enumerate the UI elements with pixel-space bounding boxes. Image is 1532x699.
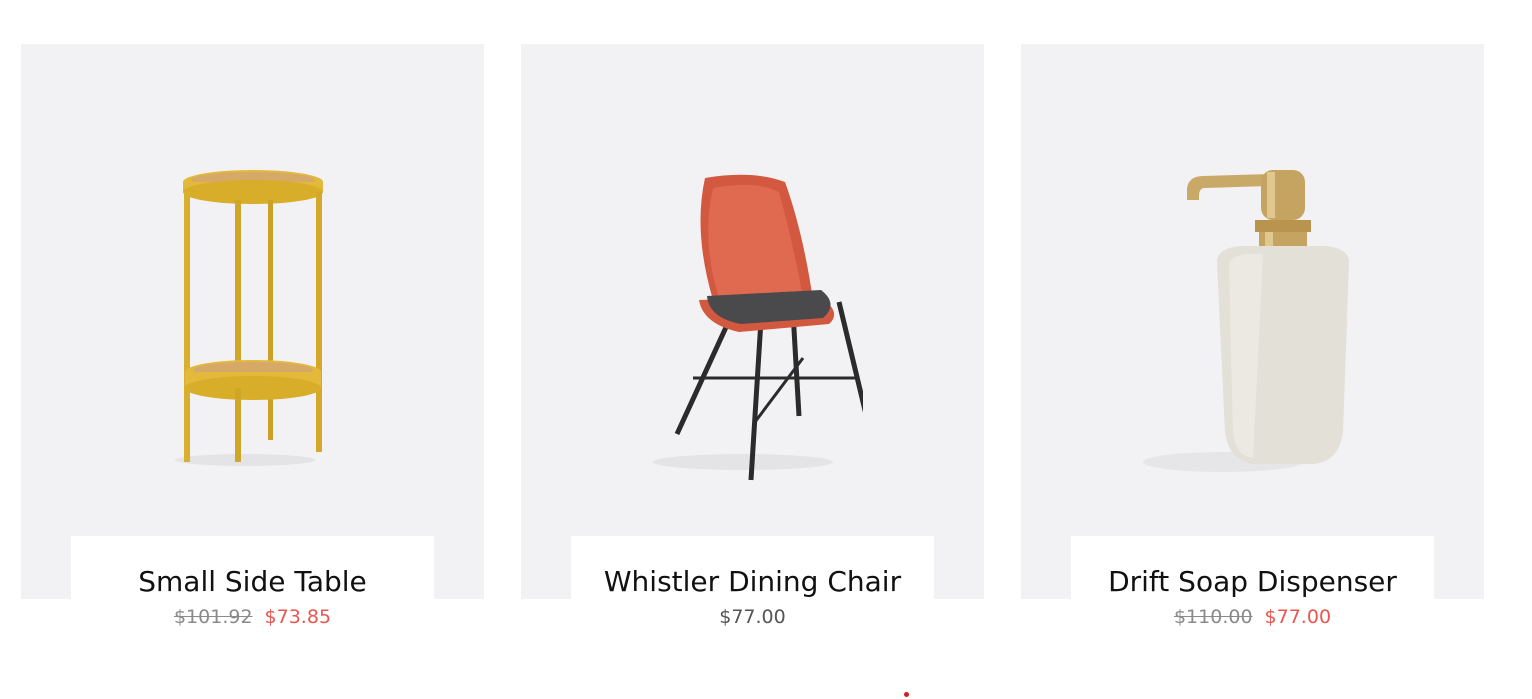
product-info: Whistler Dining Chair $77.00 [571, 536, 934, 644]
regular-price: $77.00 [719, 606, 786, 628]
sale-price: $77.00 [1264, 606, 1332, 628]
product-price: $110.00 $77.00 [1071, 604, 1434, 630]
product-info: Drift Soap Dispenser $110.00 $77.00 [1071, 536, 1434, 644]
product-title[interactable]: Small Side Table [71, 564, 434, 600]
product-info: Small Side Table $101.92 $73.85 [71, 536, 434, 644]
soap-dispenser-image [1142, 169, 1349, 472]
product-image-link[interactable] [521, 44, 984, 599]
product-price: $101.92 $73.85 [71, 604, 434, 630]
original-price: $110.00 [1173, 606, 1253, 628]
product-image-link[interactable] [21, 44, 484, 599]
sale-price: $73.85 [264, 606, 332, 628]
product-title[interactable]: Drift Soap Dispenser [1071, 564, 1434, 600]
carousel-indicator-dot[interactable] [904, 692, 909, 697]
product-image-link[interactable] [1021, 44, 1484, 599]
product-card[interactable]: Whistler Dining Chair $77.00 [521, 44, 984, 644]
original-price: $101.92 [173, 606, 253, 628]
dining-chair-image [652, 174, 863, 480]
product-card[interactable]: Drift Soap Dispenser $110.00 $77.00 [1021, 44, 1484, 644]
side-table-image [174, 169, 323, 466]
product-card[interactable]: Small Side Table $101.92 $73.85 [21, 44, 484, 644]
product-price: $77.00 [571, 604, 934, 630]
product-title[interactable]: Whistler Dining Chair [571, 564, 934, 600]
